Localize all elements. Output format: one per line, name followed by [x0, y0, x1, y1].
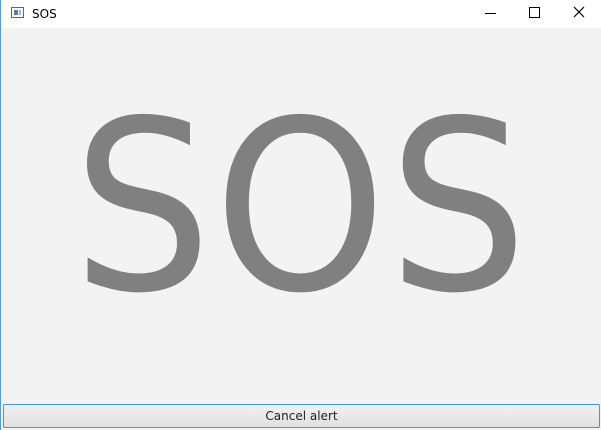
sos-window: SOS SOS Cancel alert: [0, 0, 601, 430]
cancel-alert-button[interactable]: Cancel alert: [3, 404, 600, 428]
minimize-button[interactable]: [467, 0, 513, 28]
maximize-icon: [529, 7, 540, 18]
alert-panel: SOS: [1, 28, 601, 401]
app-window-icon: [11, 7, 24, 18]
title-bar[interactable]: SOS: [1, 0, 601, 28]
maximize-button[interactable]: [511, 0, 557, 28]
close-button[interactable]: [556, 0, 601, 28]
minimize-icon: [485, 13, 496, 14]
sos-alert-text: SOS: [72, 70, 530, 345]
close-icon: [573, 6, 585, 18]
window-title: SOS: [32, 7, 57, 21]
